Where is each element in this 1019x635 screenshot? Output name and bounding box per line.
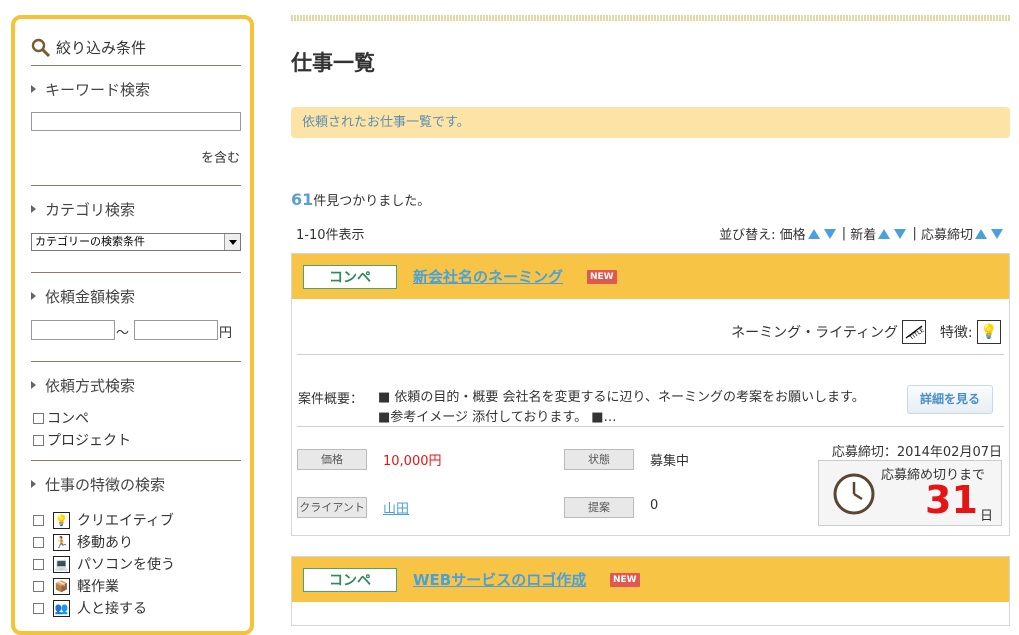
price-label: 価格 [297,449,367,470]
box-icon: 📦 [53,577,70,595]
sort-deadline-desc-icon[interactable] [991,228,1003,239]
title-icon: TITLE [902,320,927,344]
client-link[interactable]: 山田 [383,498,409,517]
divider [297,354,1004,355]
status-label: 状態 [564,449,634,470]
job-type-badge: コンペ [303,265,397,289]
checkbox[interactable] [33,412,44,424]
filter-sidebar: 絞り込み条件 キーワード検索 を含む カテゴリ検索 カテゴリーの検索条件 依頼金… [11,15,254,635]
triangle-right-icon [31,381,36,389]
features-heading: 仕事の特徴の検索 [31,474,165,495]
notice-banner: 依頼されたお仕事一覧です。 [291,107,1010,138]
checkbox[interactable] [33,536,44,548]
divider [31,460,241,461]
checkbox[interactable] [33,580,44,592]
clock-icon [833,473,875,515]
summary-text: ■ 依頼の目的・概要 会社名を変更するに辺り、ネーミングの考案をお願いします。 … [378,390,865,425]
triangle-right-icon [31,205,36,213]
job-category-line: ネーミング・ライティング TITLE 特徴: 💡 [731,320,1001,344]
header-divider [291,15,1010,21]
divider [31,185,241,186]
chevron-down-icon[interactable] [224,234,240,250]
feature-option-moving[interactable]: 🏃 移動あり [33,532,133,552]
sort-price-asc-icon[interactable] [807,228,820,239]
feature-option-creative[interactable]: 💡 クリエイティブ [33,510,174,530]
amount-min-input[interactable] [31,320,115,340]
filter-title: 絞り込み条件 [31,37,146,58]
checkbox[interactable] [33,558,44,570]
lightbulb-icon: 💡 [977,320,1001,344]
category-select[interactable]: カテゴリーの検索条件 [31,233,241,251]
feature-option-people[interactable]: 👥 人と接する [33,598,147,618]
svg-text:TITLE: TITLE [908,327,926,343]
amount-heading: 依頼金額検索 [31,286,135,307]
method-option-compe[interactable]: コンペ [33,408,89,428]
new-badge: NEW [610,573,640,587]
status-value: 募集中 [650,454,690,469]
view-details-button[interactable]: 詳細を見る [907,385,993,414]
job-card: コンペ WEBサービスのロゴ作成 NEW [291,556,1010,626]
divider [31,361,241,362]
sort-bar: 並び替え: 価格 | 新着 | 応募締切 [719,224,1005,243]
proposal-label: 提案 [564,497,634,518]
job-title-link[interactable]: 新会社名のネーミング [413,266,563,287]
new-badge: NEW [587,270,617,284]
job-title-link[interactable]: WEBサービスのロゴ作成 [413,569,586,590]
keyword-suffix: を含む [201,151,241,166]
job-card-header: コンペ 新会社名のネーミング NEW [292,254,1009,299]
deadline-date: 応募締切：2014年02月07日 [831,445,1002,460]
summary-label: 案件概要： [298,392,364,407]
sort-deadline-asc-icon[interactable] [975,228,987,239]
page-title: 仕事一覧 [291,51,375,75]
divider [31,272,241,273]
job-card-header: コンペ WEBサービスのロゴ作成 NEW [292,557,1009,602]
triangle-right-icon [31,480,36,488]
amount-max-input[interactable] [134,320,218,340]
sort-newest-asc-icon[interactable] [878,228,891,239]
running-person-icon: 🏃 [53,533,70,551]
sort-price-desc-icon[interactable] [823,228,836,239]
proposal-count: 0 [650,498,659,513]
feature-option-light-work[interactable]: 📦 軽作業 [33,576,119,596]
job-card: コンペ 新会社名のネーミング NEW ネーミング・ライティング TITLE 特徴… [291,253,1010,536]
keyword-input[interactable] [31,112,241,131]
feature-option-computer[interactable]: 💻 パソコンを使う [33,554,175,574]
remaining-days: 31 [925,478,978,522]
category-heading: カテゴリ検索 [31,199,135,220]
method-heading: 依頼方式検索 [31,375,135,396]
result-range: 1-10件表示 [296,228,365,243]
triangle-right-icon [31,292,36,300]
result-count: 61件見つかりました。 [291,190,431,209]
amount-unit: 円 [219,326,233,341]
divider [31,65,241,66]
checkbox[interactable] [33,602,44,614]
search-icon [31,38,51,57]
divider [297,426,1004,427]
computer-icon: 💻 [53,555,70,573]
sort-newest-desc-icon[interactable] [894,228,907,239]
lightbulb-icon: 💡 [53,511,70,529]
keyword-heading: キーワード検索 [31,79,150,100]
method-option-project[interactable]: プロジェクト [33,430,131,450]
client-label: クライアント [297,497,367,518]
job-type-badge: コンペ [303,568,397,592]
amount-separator: ～ [116,326,130,341]
checkbox[interactable] [33,514,44,526]
checkbox[interactable] [33,434,44,446]
deadline-countdown: 応募締め切りまで 31 日 [818,460,1002,526]
triangle-right-icon [31,85,36,93]
people-icon: 👥 [53,599,70,617]
price-value: 10,000円 [383,454,442,469]
